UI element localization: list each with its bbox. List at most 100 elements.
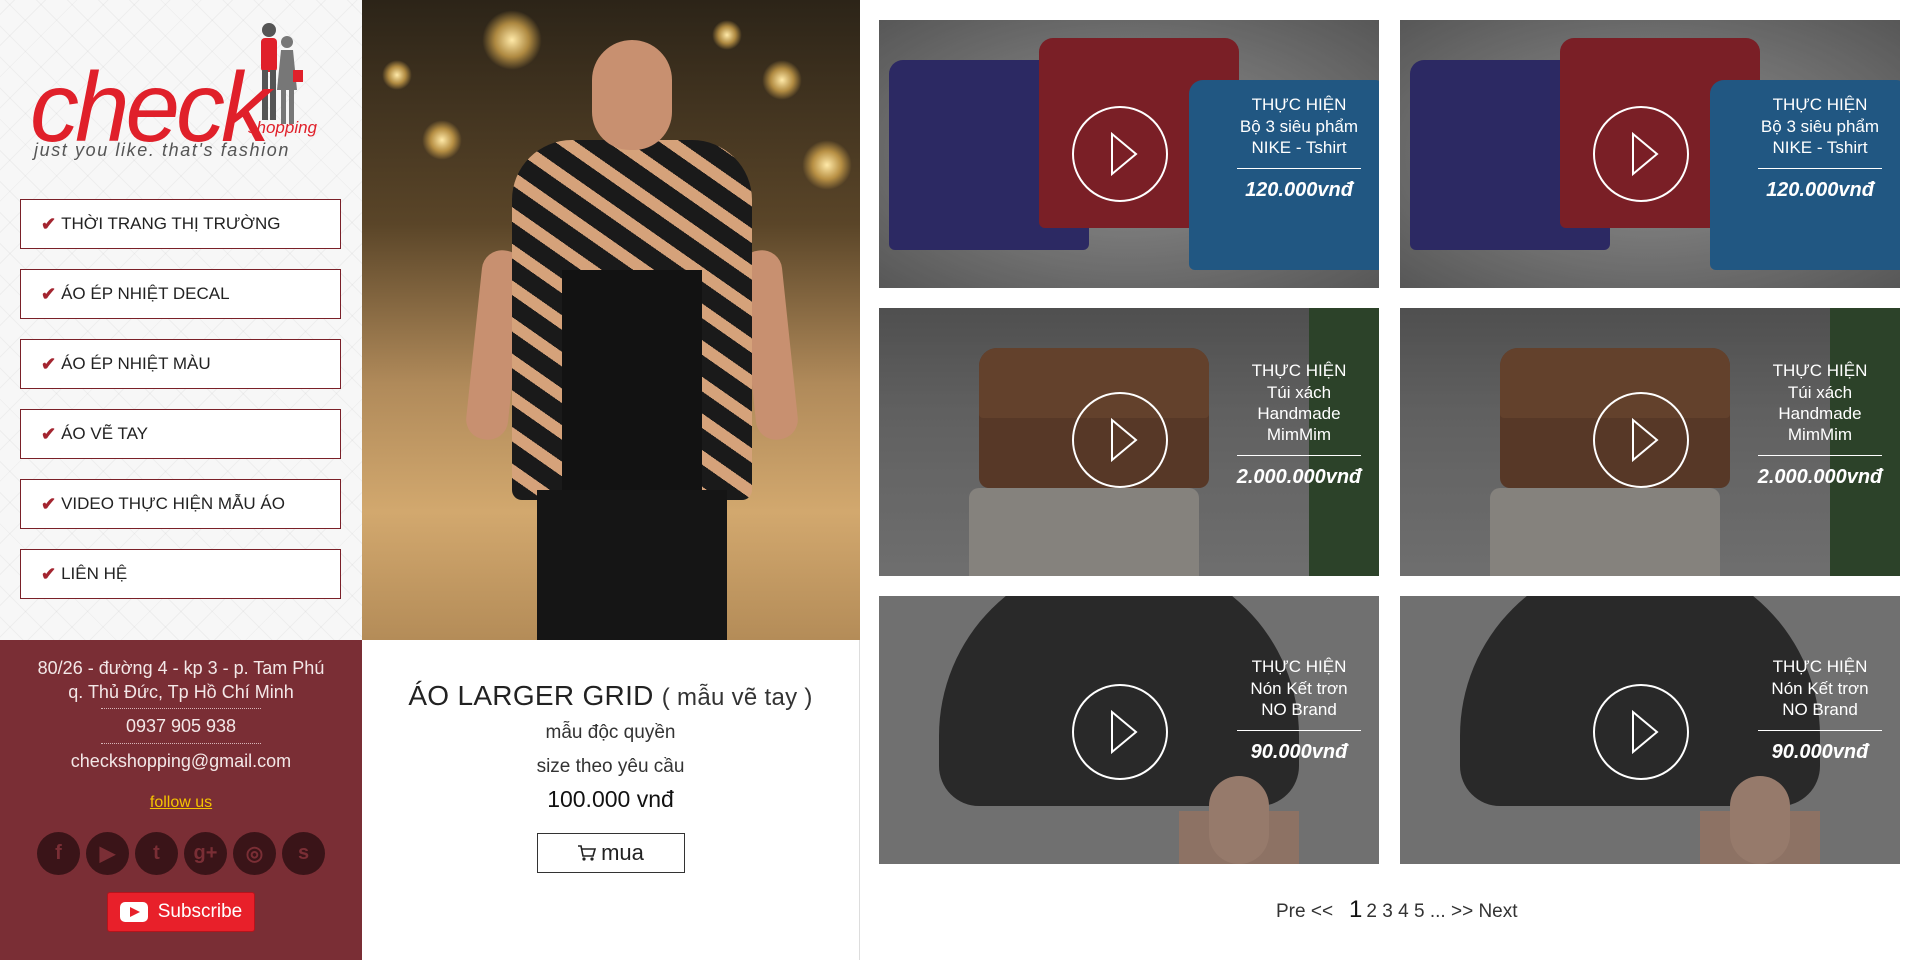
pagination-current-page[interactable]: 1 bbox=[1349, 896, 1362, 924]
twitter-icon[interactable]: t bbox=[135, 832, 178, 875]
youtube-subscribe-button[interactable]: Subscribe bbox=[107, 892, 255, 932]
play-icon[interactable] bbox=[1593, 684, 1689, 780]
logo-tagline: just you like. that's fashion bbox=[34, 140, 290, 160]
card-heading: THỰC HIỆN bbox=[1251, 95, 1347, 114]
featured-product-image[interactable] bbox=[362, 0, 860, 640]
product-card[interactable]: THỰC HIỆN Bộ 3 siêu phẩm NIKE - Tshirt 1… bbox=[1400, 20, 1900, 288]
menu-item-label: LIÊN HỆ bbox=[61, 564, 128, 583]
product-title-text: ÁO LARGER GRID bbox=[408, 680, 654, 711]
check-icon: ✔ bbox=[41, 423, 57, 444]
card-price: 2.000.000vnđ bbox=[1236, 466, 1362, 488]
address-line-1: 80/26 - đường 4 - kp 3 - p. Tam Phú bbox=[37, 658, 325, 678]
menu-item-label: ÁO VẼ TAY bbox=[61, 424, 149, 443]
card-name-line-1: Túi xách Handmade bbox=[1257, 383, 1341, 423]
check-icon: ✔ bbox=[41, 563, 57, 584]
instagram-icon[interactable]: ◎ bbox=[233, 832, 276, 875]
play-icon[interactable] bbox=[1072, 392, 1168, 488]
card-price: 90.000vnđ bbox=[1250, 741, 1348, 763]
check-icon: ✔ bbox=[41, 213, 57, 234]
card-heading: THỰC HIỆN bbox=[1251, 657, 1347, 676]
pagination-page[interactable]: 3 bbox=[1382, 901, 1393, 923]
pagination-ellipsis: ... bbox=[1429, 901, 1446, 922]
logo[interactable]: check shopping just you like. that's fas… bbox=[30, 18, 335, 168]
facebook-icon[interactable]: f bbox=[37, 832, 80, 875]
menu-item-label: ÁO ÉP NHIỆT DECAL bbox=[61, 284, 230, 303]
pagination: Pre << 1 2 3 4 5 ... >> Next bbox=[1276, 896, 1518, 924]
divider bbox=[101, 708, 261, 709]
product-subtitle: ( mẫu vẽ tay ) bbox=[661, 684, 813, 711]
pagination-page[interactable]: 5 bbox=[1414, 901, 1425, 923]
logo-word-shopping: shopping bbox=[248, 118, 318, 137]
product-card-info: THỰC HIỆN Nón Kết trơn NO Brand 90.000vn… bbox=[1229, 656, 1369, 764]
menu-item-thoi-trang[interactable]: ✔ THỜI TRANG THỊ TRƯỜNG bbox=[20, 199, 341, 249]
check-icon: ✔ bbox=[41, 353, 57, 374]
card-price: 90.000vnđ bbox=[1771, 741, 1869, 763]
card-name-line-1: Bộ 3 siêu phẩm bbox=[1239, 117, 1359, 136]
divider bbox=[1237, 730, 1361, 731]
buy-label: mua bbox=[601, 840, 644, 865]
card-name-line-1: Nón Kết trơn bbox=[1771, 679, 1869, 698]
card-price: 120.000vnđ bbox=[1766, 179, 1874, 201]
contact-panel: 80/26 - đường 4 - kp 3 - p. Tam Phú q. T… bbox=[0, 640, 362, 960]
divider bbox=[1237, 455, 1361, 456]
card-name-line-1: Nón Kết trơn bbox=[1250, 679, 1348, 698]
address: 80/26 - đường 4 - kp 3 - p. Tam Phú q. T… bbox=[0, 656, 362, 704]
product-card-info: THỰC HIỆN Túi xách Handmade MimMim 2.000… bbox=[1229, 360, 1369, 489]
pagination-page[interactable]: 4 bbox=[1398, 901, 1409, 923]
product-feature-1: mẫu độc quyền bbox=[545, 722, 676, 743]
cart-icon bbox=[578, 845, 597, 861]
buy-button[interactable]: mua bbox=[536, 833, 685, 873]
card-name-line-2: NIKE - Tshirt bbox=[1251, 138, 1347, 157]
play-icon[interactable] bbox=[1072, 106, 1168, 202]
menu-item-ao-ep-decal[interactable]: ✔ ÁO ÉP NHIỆT DECAL bbox=[20, 269, 341, 319]
youtube-icon bbox=[119, 902, 148, 922]
card-price: 120.000vnđ bbox=[1245, 179, 1353, 201]
social-links: f ▶ t g+ ◎ s bbox=[0, 832, 362, 875]
card-heading: THỰC HIỆN bbox=[1251, 361, 1347, 380]
play-icon[interactable] bbox=[1593, 106, 1689, 202]
address-line-2: q. Thủ Đức, Tp Hồ Chí Minh bbox=[68, 682, 294, 702]
follow-us-link[interactable]: follow us bbox=[0, 794, 362, 812]
menu-item-label: ÁO ÉP NHIỆT MÀU bbox=[61, 354, 211, 373]
pagination-page[interactable]: 2 bbox=[1366, 901, 1377, 923]
email[interactable]: checkshopping@gmail.com bbox=[0, 748, 362, 774]
product-title: ÁO LARGER GRID ( mẫu vẽ tay ) bbox=[362, 680, 859, 712]
pagination-next[interactable]: >> Next bbox=[1451, 901, 1518, 923]
divider bbox=[1758, 455, 1882, 456]
menu-item-label: VIDEO THỰC HIỆN MẪU ÁO bbox=[61, 494, 285, 513]
youtube-icon[interactable]: ▶ bbox=[86, 832, 129, 875]
card-heading: THỰC HIỆN bbox=[1772, 657, 1868, 676]
card-name-line-1: Túi xách Handmade bbox=[1778, 383, 1862, 423]
product-feature-2: size theo yêu cầu bbox=[536, 756, 685, 777]
product-card-info: THỰC HIỆN Túi xách Handmade MimMim 2.000… bbox=[1750, 360, 1890, 489]
menu-item-ao-ve-tay[interactable]: ✔ ÁO VẼ TAY bbox=[20, 409, 341, 459]
product-card-info: THỰC HIỆN Bộ 3 siêu phẩm NIKE - Tshirt 1… bbox=[1229, 94, 1369, 202]
check-icon: ✔ bbox=[41, 283, 57, 304]
card-name-line-2: MimMim bbox=[1787, 425, 1853, 444]
play-icon[interactable] bbox=[1593, 392, 1689, 488]
phone: 0937 905 938 bbox=[125, 716, 237, 736]
skype-icon[interactable]: s bbox=[282, 832, 325, 875]
card-name-line-2: NIKE - Tshirt bbox=[1772, 138, 1868, 157]
product-card-info: THỰC HIỆN Nón Kết trơn NO Brand 90.000vn… bbox=[1750, 656, 1890, 764]
card-heading: THỰC HIỆN bbox=[1772, 361, 1868, 380]
product-card[interactable]: THỰC HIỆN Bộ 3 siêu phẩm NIKE - Tshirt 1… bbox=[879, 20, 1379, 288]
subscribe-label: Subscribe bbox=[157, 901, 243, 922]
menu-item-ao-ep-mau[interactable]: ✔ ÁO ÉP NHIỆT MÀU bbox=[20, 339, 341, 389]
product-card[interactable]: THỰC HIỆN Túi xách Handmade MimMim 2.000… bbox=[1400, 308, 1900, 576]
google-plus-icon[interactable]: g+ bbox=[184, 832, 227, 875]
pagination-prev[interactable]: Pre << bbox=[1276, 901, 1333, 923]
play-icon[interactable] bbox=[1072, 684, 1168, 780]
divider bbox=[1758, 168, 1882, 169]
card-heading: THỰC HIỆN bbox=[1772, 95, 1868, 114]
product-card[interactable]: THỰC HIỆN Nón Kết trơn NO Brand 90.000vn… bbox=[1400, 596, 1900, 864]
divider bbox=[101, 743, 261, 744]
menu-item-video[interactable]: ✔ VIDEO THỰC HIỆN MẪU ÁO bbox=[20, 479, 341, 529]
card-name-line-2: NO Brand bbox=[1261, 700, 1337, 719]
card-price: 2.000.000vnđ bbox=[1757, 466, 1883, 488]
product-card[interactable]: THỰC HIỆN Nón Kết trơn NO Brand 90.000vn… bbox=[879, 596, 1379, 864]
product-price: 100.000 vnđ bbox=[547, 786, 674, 812]
product-card[interactable]: THỰC HIỆN Túi xách Handmade MimMim 2.000… bbox=[879, 308, 1379, 576]
menu-item-lien-he[interactable]: ✔ LIÊN HỆ bbox=[20, 549, 341, 599]
category-menu: ✔ THỜI TRANG THỊ TRƯỜNG ✔ ÁO ÉP NHIỆT DECA… bbox=[20, 199, 341, 619]
